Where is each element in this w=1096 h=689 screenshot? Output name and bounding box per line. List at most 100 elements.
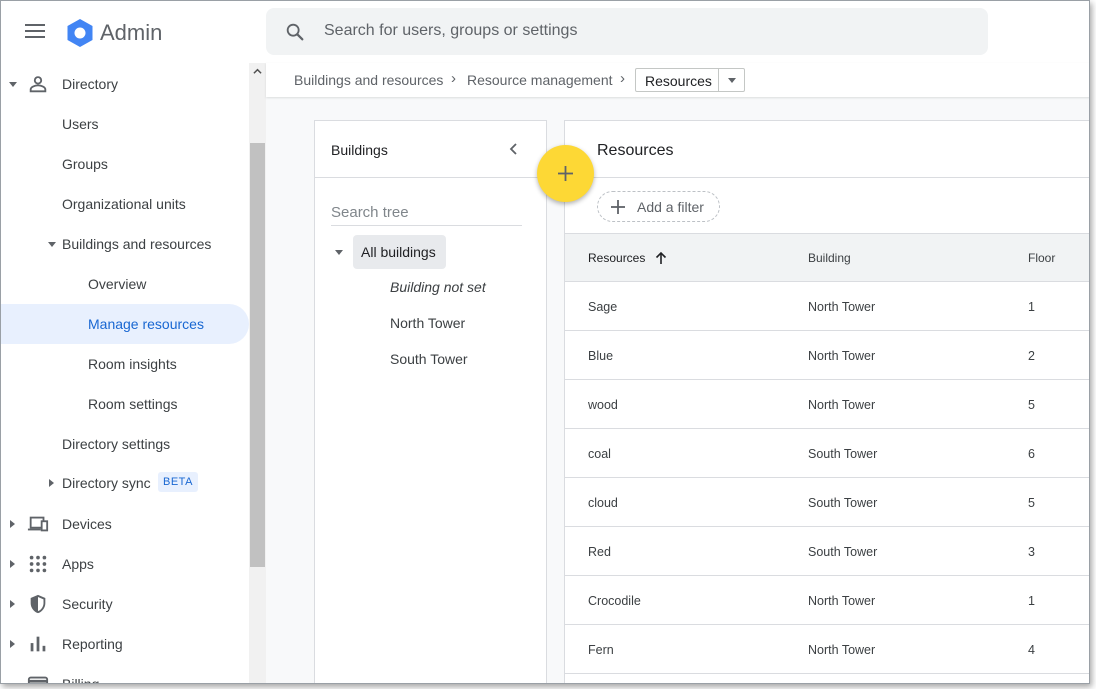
caret-right-icon[interactable] [10,560,15,568]
chevron-left-icon[interactable] [507,141,521,157]
app-title: Admin [100,20,163,45]
apps-grid-icon [29,555,47,573]
sidebar: Directory Users Groups Organizational un… [1,63,249,683]
cell-resource-name: Red [588,545,611,559]
table-row[interactable]: coal South Tower 6 [565,429,1089,478]
cell-floor: 3 [1028,545,1035,559]
tree-item-south-tower[interactable]: South Tower [390,351,468,367]
cell-floor: 4 [1028,643,1035,657]
table-row[interactable]: wood North Tower 5 [565,380,1089,429]
buildings-panel: Buildings All buildings Building not set… [314,120,547,683]
column-header-building[interactable]: Building [808,251,851,265]
sidebar-item-directory-sync[interactable]: Directory sync BETA [1,463,249,503]
plus-icon [558,166,573,181]
bar-chart-icon [30,636,46,652]
caret-right-icon[interactable] [10,600,15,608]
caret-right-icon[interactable] [10,520,15,528]
sidebar-item-directory[interactable]: Directory [1,64,249,104]
sidebar-item-billing[interactable]: Billing [1,664,249,683]
sidebar-item-apps[interactable]: Apps [1,544,249,584]
sidebar-item-devices[interactable]: Devices [1,504,249,544]
sidebar-item-users[interactable]: Users [1,104,249,144]
tree-search-input[interactable] [331,200,522,226]
cell-building: South Tower [808,447,878,461]
add-resource-button[interactable] [537,145,594,202]
sidebar-item-groups[interactable]: Groups [1,144,249,184]
table-row[interactable]: Red South Tower 3 [565,527,1089,576]
sidebar-label: Groups [62,156,108,172]
devices-icon [27,516,49,532]
scrollbar-thumb[interactable] [250,143,265,567]
tree-item-north-tower[interactable]: North Tower [390,315,465,331]
main-content: Buildings and resources › Resource manag… [266,63,1089,683]
tree-item-building-not-set[interactable]: Building not set [390,279,486,295]
add-filter-label: Add a filter [637,199,704,215]
column-header-resources[interactable]: Resources [588,251,645,265]
table-row[interactable]: Crocodile North Tower 1 [565,576,1089,625]
sidebar-item-org-units[interactable]: Organizational units [1,184,249,224]
caret-down-icon[interactable] [335,250,343,255]
divider [565,177,1089,178]
admin-window: Admin Search for users, groups or settin… [0,0,1090,684]
table-row[interactable]: Fern North Tower 4 [565,625,1089,674]
resources-panel: Resources Add a filter Resources Buildin… [564,120,1089,683]
column-header-floor[interactable]: Floor [1028,251,1055,265]
cell-floor: 6 [1028,447,1035,461]
cell-building: North Tower [808,643,876,657]
tree-item-all-buildings[interactable]: All buildings [353,235,446,269]
sidebar-label: Reporting [62,636,123,652]
breadcrumb-buildings-resources[interactable]: Buildings and resources [294,72,443,88]
cell-building: North Tower [808,349,876,363]
arrow-up-icon[interactable] [655,251,667,265]
breadcrumb-current[interactable]: Resources [635,68,745,92]
plus-icon [611,200,625,214]
sidebar-scrollbar[interactable] [249,63,266,683]
sidebar-item-security[interactable]: Security [1,584,249,624]
breadcrumb-current-label: Resources [645,73,712,89]
cell-resource-name: cloud [588,496,618,510]
cell-floor: 5 [1028,398,1035,412]
caret-down-icon [728,78,736,83]
cell-floor: 1 [1028,300,1035,314]
sidebar-item-room-insights[interactable]: Room insights [1,344,249,384]
breadcrumb-resource-management[interactable]: Resource management [467,72,613,88]
sidebar-label: Users [62,116,99,132]
cell-floor: 5 [1028,496,1035,510]
table-row[interactable]: Blue North Tower 2 [565,331,1089,380]
caret-down-icon[interactable] [9,82,17,87]
scroll-up-icon[interactable] [253,67,262,76]
resources-title: Resources [597,142,674,159]
add-filter-button[interactable]: Add a filter [597,191,720,222]
sidebar-label: Room settings [88,396,178,412]
sidebar-label: Devices [62,516,112,532]
sidebar-item-reporting[interactable]: Reporting [1,624,249,664]
sidebar-item-buildings-resources[interactable]: Buildings and resources [1,224,249,264]
shield-icon [30,594,46,614]
sidebar-item-manage-resources[interactable]: Manage resources [1,304,249,344]
cell-building: South Tower [808,496,878,510]
chevron-right-icon: › [451,70,456,87]
cell-building: North Tower [808,300,876,314]
sidebar-label: Buildings and resources [62,236,212,252]
caret-right-icon[interactable] [49,479,54,487]
breadcrumb: Buildings and resources › Resource manag… [266,63,1089,97]
caret-down-icon[interactable] [48,242,56,247]
divider [315,177,546,178]
table-row[interactable]: cloud South Tower 5 [565,478,1089,527]
breadcrumb-dropdown[interactable] [718,69,744,91]
sidebar-item-overview[interactable]: Overview [1,264,249,304]
main-menu-icon[interactable] [25,23,45,39]
sidebar-item-room-settings[interactable]: Room settings [1,384,249,424]
chevron-right-icon: › [620,70,625,87]
cell-resource-name: wood [588,398,618,412]
search-input[interactable]: Search for users, groups or settings [324,22,577,40]
caret-right-icon[interactable] [10,640,15,648]
table-row[interactable]: Sage North Tower 1 [565,282,1089,331]
sidebar-label: Room insights [88,356,177,372]
sidebar-item-directory-settings[interactable]: Directory settings [1,424,249,464]
cell-floor: 2 [1028,349,1035,363]
admin-logo-icon [67,19,93,47]
cell-building: South Tower [808,545,878,559]
search-bar[interactable]: Search for users, groups or settings [266,8,988,55]
sidebar-label: Directory settings [62,436,171,452]
